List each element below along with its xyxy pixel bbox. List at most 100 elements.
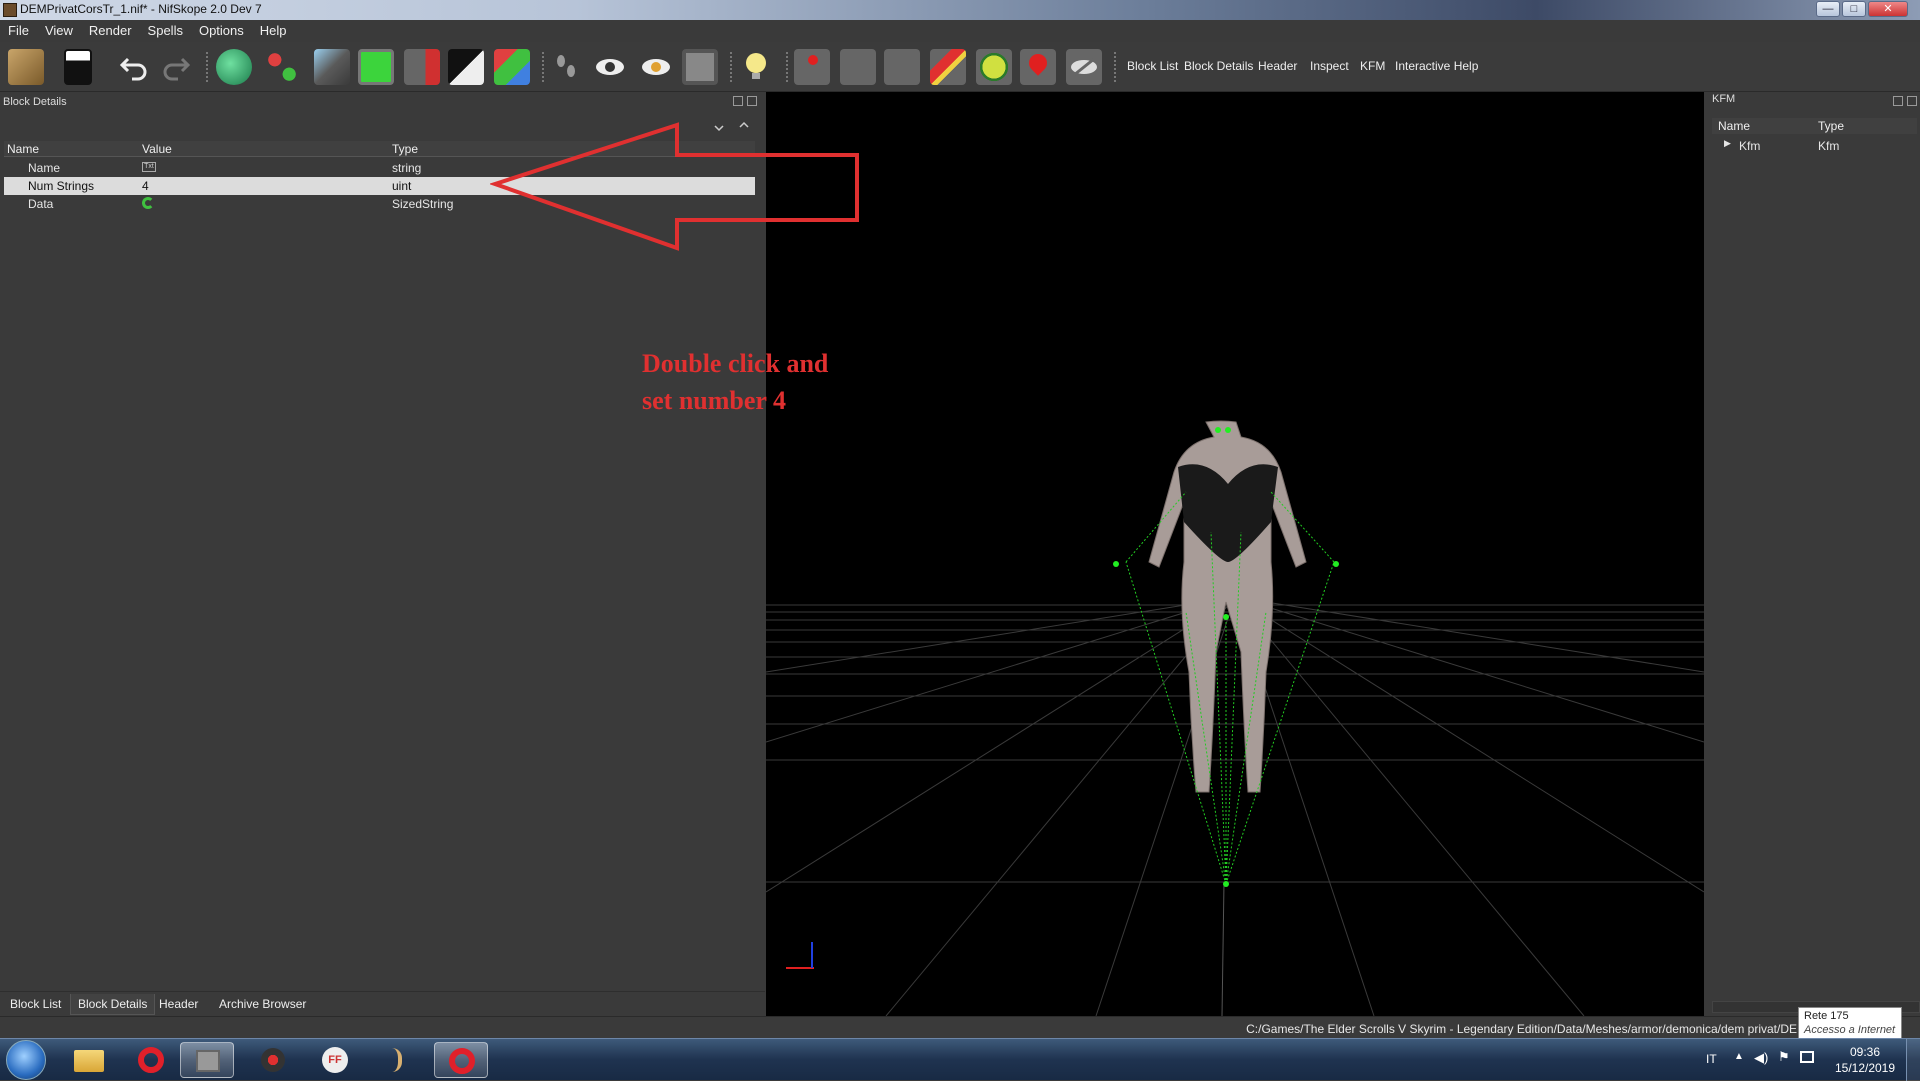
row-type: SizedString (392, 197, 454, 211)
show-desktop-button[interactable] (1906, 1039, 1920, 1081)
text-edit-icon[interactable]: Txt (142, 162, 156, 172)
view-top-icon[interactable] (314, 49, 350, 85)
annotation-arrow (490, 122, 859, 251)
show-nodes-icon[interactable] (794, 49, 830, 85)
menu-options[interactable]: Options (191, 20, 252, 38)
maximize-button[interactable]: □ (1842, 1, 1866, 17)
network-status: Accesso a Internet (1804, 1024, 1896, 1036)
kfm-column-name[interactable]: Name (1718, 119, 1750, 133)
close-button[interactable]: ✕ (1868, 1, 1908, 17)
dock-close-icon[interactable] (747, 96, 757, 106)
kfm-dock-title: KFM (1712, 93, 1736, 105)
language-indicator[interactable]: IT (1706, 1052, 1717, 1066)
tab-block-details[interactable]: Block Details (70, 994, 156, 1015)
window-title: DEMPrivatCorsTr_1.nif* - NifSkope 2.0 De… (20, 2, 262, 16)
show-constraints-icon[interactable] (884, 49, 920, 85)
network-name: Rete 175 (1804, 1010, 1849, 1022)
show-furniture-icon[interactable] (976, 49, 1012, 85)
menu-help[interactable]: Help (252, 20, 295, 38)
tab-archive-browser[interactable]: Archive Browser (212, 994, 313, 1014)
kfm-row[interactable]: ▶ Kfm Kfm (1712, 137, 1917, 155)
ffdec-taskbar-icon[interactable]: FF (308, 1042, 362, 1078)
start-button[interactable] (6, 1040, 46, 1080)
column-type[interactable]: Type (392, 142, 418, 156)
action-center-flag-icon[interactable]: ⚑ (1778, 1049, 1790, 1065)
row-name: Name (28, 161, 61, 175)
taskbar: FF IT ▲ ◀) ⚑ 09:36 15/12/2019 (0, 1038, 1920, 1081)
show-axes-icon[interactable] (840, 49, 876, 85)
toolbar-header[interactable]: Header (1258, 59, 1297, 73)
row-name: Num Strings (28, 179, 95, 193)
menu-spells[interactable]: Spells (140, 20, 191, 38)
row-type: uint (392, 179, 412, 193)
opera-active-taskbar-icon[interactable] (434, 1042, 488, 1078)
app-taskbar-icon[interactable] (246, 1042, 300, 1078)
scene-render (766, 420, 1704, 1016)
save-icon[interactable] (64, 49, 92, 85)
refresh-icon[interactable] (142, 197, 154, 209)
column-value[interactable]: Value (142, 142, 172, 156)
redo-icon[interactable] (158, 49, 194, 85)
annotation-line-1: Double click and (642, 349, 829, 378)
minimize-button[interactable]: — (1816, 1, 1840, 17)
kfm-column-type[interactable]: Type (1818, 119, 1844, 133)
view-user-icon[interactable] (448, 49, 484, 85)
toolbar-interactive-help[interactable]: Interactive Help (1395, 59, 1478, 73)
menu-file[interactable]: File (0, 20, 37, 38)
opera-taskbar-icon[interactable] (124, 1042, 178, 1078)
view-front-icon[interactable] (358, 49, 394, 85)
toolbar-inspect[interactable]: Inspect (1310, 59, 1349, 73)
screenshot-icon[interactable] (682, 49, 718, 85)
toolbar-block-details[interactable]: Block Details (1184, 59, 1253, 73)
kfm-row-name: Kfm (1739, 139, 1761, 153)
row-name: Data (28, 197, 54, 211)
show-selected-icon[interactable] (638, 49, 674, 85)
kfm-dock-float-icon[interactable] (1893, 96, 1903, 106)
show-hidden-icon[interactable] (592, 49, 628, 85)
menu-render[interactable]: Render (81, 20, 140, 38)
status-bar: C:/Games/The Elder Scrolls V Skyrim - Le… (0, 1016, 1920, 1038)
skyrim-taskbar-icon[interactable] (370, 1042, 424, 1078)
toolbar: Block List Block Details Header Inspect … (0, 42, 1920, 92)
undo-icon[interactable] (116, 49, 152, 85)
annotation-text: Double click and set number 4 (642, 345, 882, 419)
volume-icon[interactable]: ◀) (1754, 1050, 1768, 1066)
clock-time[interactable]: 09:36 (1832, 1045, 1898, 1059)
bottom-tab-bar: Block List Block Details Header Archive … (0, 991, 765, 1015)
kfm-dock-close-icon[interactable] (1907, 96, 1917, 106)
kfm-header: Name Type (1712, 118, 1917, 134)
show-havok-icon[interactable] (930, 49, 966, 85)
menu-bar: File View Render Spells Options Help (0, 20, 1920, 42)
clock-date[interactable]: 15/12/2019 (1832, 1061, 1898, 1075)
tray-expand-icon[interactable]: ▲ (1734, 1051, 1744, 1062)
select-object-icon[interactable] (216, 49, 252, 85)
view-perspective-icon[interactable] (494, 49, 530, 85)
network-tooltip: Rete 175 Accesso a Internet (1798, 1007, 1902, 1039)
toolbar-kfm[interactable]: KFM (1360, 59, 1385, 73)
select-vertex-icon[interactable] (264, 49, 300, 85)
block-details-dock-title: Block Details (3, 96, 67, 108)
tab-header[interactable]: Header (152, 994, 205, 1014)
explorer-taskbar-icon[interactable] (62, 1042, 116, 1078)
lighting-icon[interactable] (738, 49, 774, 85)
show-markers-icon[interactable] (1020, 49, 1056, 85)
row-type: string (392, 161, 422, 175)
expand-arrow-icon[interactable]: ▶ (1724, 138, 1731, 149)
toolbar-block-list[interactable]: Block List (1127, 59, 1178, 73)
annotation-line-2: set number 4 (642, 386, 786, 415)
status-file-path: C:/Games/The Elder Scrolls V Skyrim - Le… (1246, 1022, 1815, 1036)
load-icon[interactable] (8, 49, 44, 85)
view-side-icon[interactable] (404, 49, 440, 85)
column-name[interactable]: Name (7, 142, 39, 156)
menu-view[interactable]: View (37, 20, 81, 38)
tab-block-list[interactable]: Block List (3, 994, 68, 1014)
hide-icon[interactable] (1066, 49, 1102, 85)
nifskope-taskbar-icon[interactable] (180, 1042, 234, 1078)
dock-float-icon[interactable] (733, 96, 743, 106)
row-value[interactable]: 4 (142, 179, 149, 193)
render-viewport[interactable] (766, 92, 1704, 1016)
nifskope-app-icon (3, 3, 17, 17)
title-bar: DEMPrivatCorsTr_1.nif* - NifSkope 2.0 De… (0, 0, 1920, 20)
network-icon[interactable] (1800, 1051, 1814, 1063)
walk-mode-icon[interactable] (548, 49, 584, 85)
